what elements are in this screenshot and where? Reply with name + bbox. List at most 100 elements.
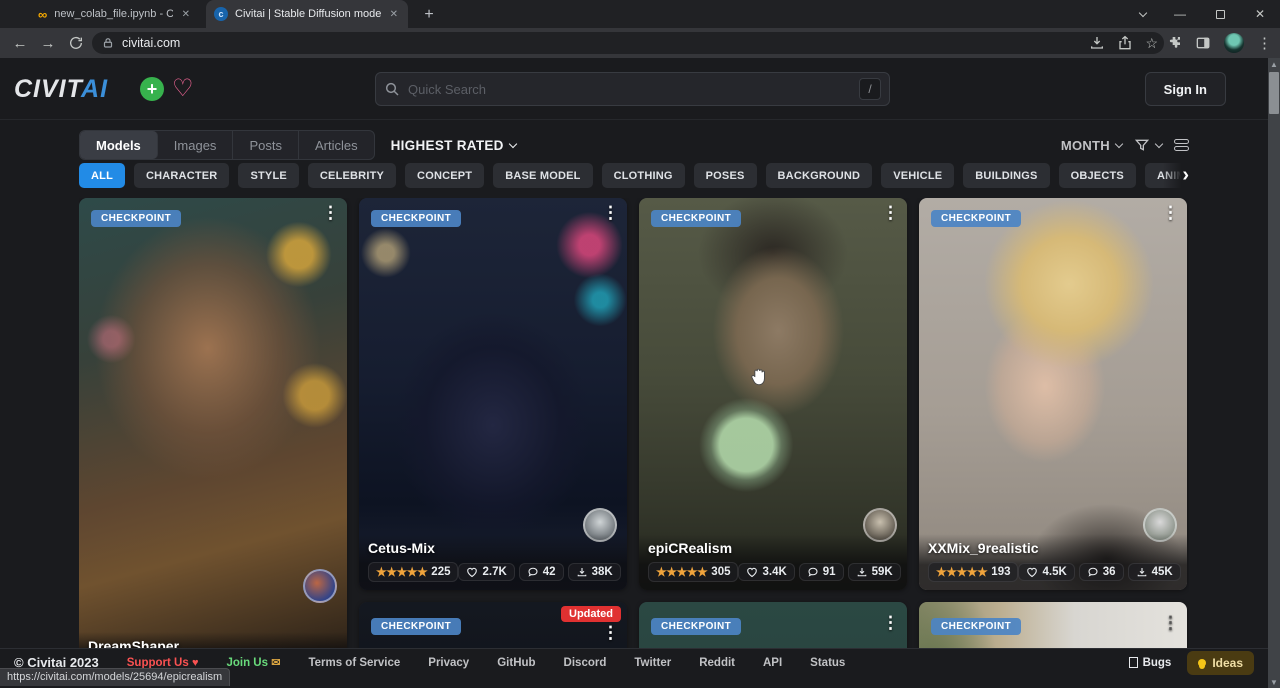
card-menu-icon[interactable]: ⋮ [882, 614, 899, 633]
category-all[interactable]: ALL [79, 163, 125, 188]
reload-icon[interactable] [62, 35, 90, 51]
search-input[interactable] [408, 82, 851, 97]
sort-dropdown[interactable]: HIGHEST RATED [391, 138, 516, 153]
extensions-puzzle-icon[interactable] [1166, 35, 1182, 51]
ideas-button[interactable]: Ideas [1187, 651, 1254, 675]
layout-toggle-icon[interactable] [1174, 139, 1189, 151]
category-poses[interactable]: POSES [694, 163, 757, 188]
category-vehicle[interactable]: VEHICLE [881, 163, 954, 188]
upload-plus-button[interactable]: + [140, 77, 164, 101]
category-character[interactable]: CHARACTER [134, 163, 229, 188]
downloads-badge: 38K [568, 563, 621, 581]
card-menu-icon[interactable]: ⋮ [602, 624, 619, 643]
model-stats: ★★★★★ 225 2.7K 42 [368, 562, 618, 582]
card-menu-icon[interactable]: ⋮ [322, 204, 339, 223]
card-menu-icon[interactable]: ⋮ [882, 204, 899, 223]
category-celebrity[interactable]: CELEBRITY [308, 163, 396, 188]
page-scrollbar[interactable]: ▲ ▼ [1268, 58, 1280, 688]
model-type-badge: CHECKPOINT [651, 618, 741, 635]
scroll-up-icon[interactable]: ▲ [1268, 58, 1280, 70]
card-menu-icon[interactable]: ⋮ [1162, 614, 1179, 633]
scrollbar-thumb[interactable] [1269, 72, 1279, 114]
github-link[interactable]: GitHub [497, 657, 535, 669]
twitter-link[interactable]: Twitter [634, 657, 671, 669]
category-base-model[interactable]: BASE MODEL [493, 163, 592, 188]
reddit-link[interactable]: Reddit [699, 657, 735, 669]
back-icon[interactable]: ← [6, 35, 34, 52]
api-link[interactable]: API [763, 657, 782, 669]
civitai-favicon-icon: c [214, 7, 228, 21]
filter-dropdown[interactable] [1134, 137, 1162, 153]
card-menu-icon[interactable]: ⋮ [1162, 204, 1179, 223]
category-background[interactable]: BACKGROUND [766, 163, 873, 188]
category-concept[interactable]: CONCEPT [405, 163, 484, 188]
likes-badge: 4.5K [1018, 563, 1074, 581]
category-objects[interactable]: OBJECTS [1059, 163, 1136, 188]
terms-link[interactable]: Terms of Service [308, 657, 400, 669]
bookmark-star-icon[interactable]: ☆ [1145, 35, 1158, 52]
civitai-page: CIVITAI + ♡ / Sign In Models Images Post… [0, 58, 1280, 688]
model-type-badge: CHECKPOINT [931, 210, 1021, 227]
bug-icon [1129, 657, 1138, 668]
close-button[interactable]: ✕ [1240, 0, 1280, 28]
tab-close-icon[interactable]: ✕ [180, 9, 192, 20]
discord-link[interactable]: Discord [564, 657, 607, 669]
address-bar[interactable]: civitai.com ☆ [92, 32, 1164, 54]
share-icon[interactable] [1117, 35, 1133, 51]
card-menu-icon[interactable]: ⋮ [602, 204, 619, 223]
restore-button[interactable] [1200, 0, 1240, 28]
model-card-dreamshaper[interactable]: CHECKPOINT ⋮ DreamShaper [79, 198, 347, 668]
forward-icon[interactable]: → [34, 35, 62, 52]
side-panel-icon[interactable] [1195, 35, 1211, 51]
tab-posts[interactable]: Posts [233, 131, 299, 159]
scroll-down-icon[interactable]: ▼ [1268, 676, 1280, 688]
browser-toolbar: ← → civitai.com ☆ ⋮ [0, 28, 1280, 58]
new-tab-button[interactable]: + [418, 4, 440, 26]
tab-civitai[interactable]: c Civitai | Stable Diffusion models, ✕ [206, 0, 408, 28]
browser-tab-strip: ∞ new_colab_file.ipynb - Colaborat ✕ c C… [0, 0, 1280, 28]
minimize-button[interactable]: — [1160, 0, 1200, 28]
support-us-link[interactable]: Support Us ♥ [127, 657, 199, 669]
tab-colab[interactable]: ∞ new_colab_file.ipynb - Colaborat ✕ [30, 0, 200, 28]
rating-badge: ★★★★★ 225 [368, 562, 458, 582]
privacy-link[interactable]: Privacy [428, 657, 469, 669]
tab-articles[interactable]: Articles [299, 131, 374, 159]
category-style[interactable]: STYLE [238, 163, 298, 188]
category-clothing[interactable]: CLOTHING [602, 163, 685, 188]
envelope-icon: ✉ [271, 657, 280, 669]
bugs-link[interactable]: Bugs [1129, 657, 1172, 669]
download-icon[interactable] [1089, 35, 1105, 51]
search-bar[interactable]: / [375, 72, 890, 106]
model-card-cetus-mix[interactable]: CHECKPOINT ⋮ Cetus-Mix ★★★★★ 225 2.7K [359, 198, 627, 590]
tab-images[interactable]: Images [158, 131, 234, 159]
download-icon [576, 566, 588, 578]
model-card-xxmix[interactable]: CHECKPOINT ⋮ XXMix_9realistic ★★★★★ 193 [919, 198, 1187, 590]
browser-menu-icon[interactable]: ⋮ [1257, 34, 1272, 52]
browser-profile-avatar[interactable] [1224, 33, 1244, 53]
creator-avatar[interactable] [303, 569, 337, 603]
favorites-heart-icon[interactable]: ♡ [172, 74, 194, 103]
period-dropdown[interactable]: MONTH [1061, 138, 1122, 153]
model-stats: ★★★★★ 193 4.5K 36 [928, 562, 1178, 582]
star-icons: ★★★★★ [376, 565, 427, 579]
search-shortcut-key: / [859, 78, 881, 100]
updated-badge: Updated [561, 606, 621, 622]
tab-models[interactable]: Models [80, 131, 158, 159]
rating-count: 305 [711, 566, 730, 578]
tab-close-icon[interactable]: ✕ [388, 9, 400, 20]
scroll-right-arrow[interactable]: › [1163, 163, 1189, 188]
site-header: CIVITAI + ♡ / Sign In [0, 58, 1268, 120]
comment-icon [807, 566, 819, 578]
status-link[interactable]: Status [810, 657, 845, 669]
join-us-link[interactable]: Join Us ✉ [226, 656, 280, 669]
category-buildings[interactable]: BUILDINGS [963, 163, 1049, 188]
civitai-logo[interactable]: CIVITAI [14, 75, 108, 104]
rating-badge: ★★★★★ 305 [648, 562, 738, 582]
model-title: epiCRealism [648, 540, 898, 556]
filter-funnel-icon [1134, 137, 1150, 153]
sign-in-button[interactable]: Sign In [1145, 72, 1226, 106]
rating-badge: ★★★★★ 193 [928, 562, 1018, 582]
model-card-epicrealism[interactable]: CHECKPOINT ⋮ epiCRealism ★★★★★ 305 3.4 [639, 198, 907, 590]
url-text: civitai.com [122, 36, 180, 50]
tab-search-chevron-icon[interactable] [1120, 0, 1160, 28]
